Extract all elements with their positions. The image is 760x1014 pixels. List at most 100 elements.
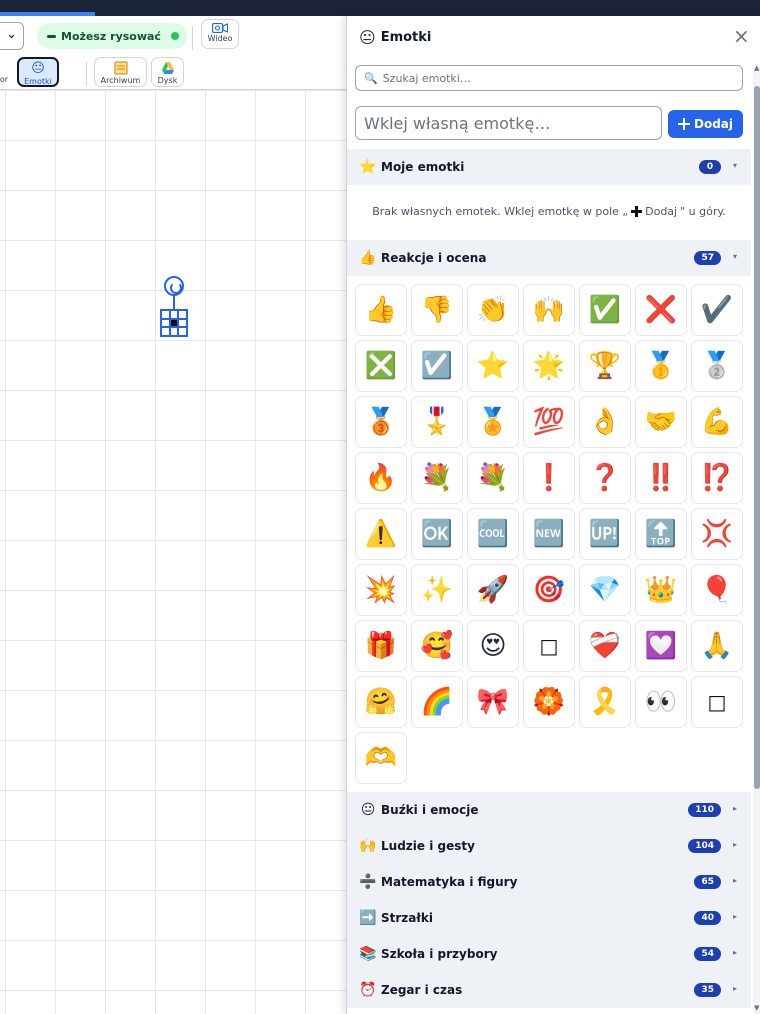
add-emoji-button[interactable]: Dodaj (668, 110, 743, 138)
emoji-cell[interactable]: 🥈 (691, 340, 743, 392)
emoji-cell[interactable]: 😍 (467, 620, 519, 672)
chevron-right-icon: ▸ (732, 984, 737, 993)
category-name: Zegar i czas (381, 983, 463, 997)
dropdown-select[interactable]: ⌄ (0, 22, 24, 50)
emoji-cell[interactable]: 🏵️ (523, 676, 575, 728)
emoji-cell[interactable]: 💢 (691, 508, 743, 560)
emoji-cell[interactable]: □ (691, 676, 743, 728)
emoji-cell[interactable]: 🎀 (467, 676, 519, 728)
panel-scrollbar[interactable]: ▲ ▼ (753, 64, 760, 1014)
emoji-search-input[interactable]: 🔍 Szukaj emotki… (355, 65, 743, 91)
video-button[interactable]: Wideo (201, 19, 239, 49)
tool-button-prev[interactable]: or (0, 57, 10, 87)
drive-icon (161, 62, 174, 74)
category-header-faces[interactable]: 😐 Buźki i emocje 110 ▸ (347, 792, 751, 828)
emoji-cell[interactable]: 👏 (467, 284, 519, 336)
emoji-cell[interactable]: 🎖️ (411, 396, 463, 448)
emoji-cell[interactable]: ❎ (355, 340, 407, 392)
emoji-cell[interactable]: 💐 (467, 452, 519, 504)
emoji-cell[interactable]: ❤️‍🩹 (579, 620, 631, 672)
emoji-cell[interactable]: 🥰 (411, 620, 463, 672)
category-header-school[interactable]: 📚 Szkoła i przybory 54 ▸ (347, 936, 751, 972)
emoji-cell[interactable]: 🏆 (579, 340, 631, 392)
category-count-badge: 65 (694, 875, 721, 889)
emoji-cell[interactable]: 🆙 (579, 508, 631, 560)
emoji-cell[interactable]: ❓ (579, 452, 631, 504)
emoji-cell[interactable]: 👑 (635, 564, 687, 616)
emoji-cell[interactable]: 💟 (635, 620, 687, 672)
emoji-cell[interactable]: 🆕 (523, 508, 575, 560)
emoji-cell[interactable]: 👎 (411, 284, 463, 336)
top-bar (0, 0, 760, 16)
emoji-cell[interactable]: ⁉️ (691, 452, 743, 504)
emoji-cell[interactable]: 👍 (355, 284, 407, 336)
category-header-reactions[interactable]: 👍 Reakcje i ocena 57 ▾ (347, 240, 751, 276)
emoji-cell[interactable]: 💐 (411, 452, 463, 504)
drawing-canvas[interactable] (0, 90, 346, 1014)
emoji-cell[interactable]: ⭐ (467, 340, 519, 392)
emoji-cell[interactable]: 💪 (691, 396, 743, 448)
emoji-cell[interactable]: 🥇 (635, 340, 687, 392)
emoji-cell[interactable]: 🚀 (467, 564, 519, 616)
emoji-cell[interactable]: 💥 (355, 564, 407, 616)
emoji-cell[interactable]: □ (523, 620, 575, 672)
emoji-cell[interactable]: ✅ (579, 284, 631, 336)
emoji-cell[interactable]: ❗ (523, 452, 575, 504)
emoji-cell[interactable]: 💎 (579, 564, 631, 616)
emoji-cell[interactable]: 🌟 (523, 340, 575, 392)
online-dot-icon (170, 32, 179, 40)
emoji-cell[interactable]: ☑️ (411, 340, 463, 392)
category-header-mine[interactable]: ⭐ Moje emotki 0 ▾ (347, 149, 751, 185)
emoji-cell[interactable]: 🫶 (355, 732, 407, 784)
custom-emoji-input[interactable]: Wklej własną emotkę… (355, 106, 662, 140)
emoji-cell[interactable]: 🏅 (467, 396, 519, 448)
emoji-cell[interactable]: 🆗 (411, 508, 463, 560)
category-header-people[interactable]: 🙌 Ludzie i gesty 104 ▸ (347, 828, 751, 864)
emotki-tool-button[interactable]: 😐 Emotki (17, 57, 59, 87)
category-header-clock[interactable]: ⏰ Zegar i czas 35 ▸ (347, 972, 751, 1008)
emoji-cell[interactable]: 🎗️ (579, 676, 631, 728)
chevron-right-icon: ▸ (732, 804, 737, 813)
emoji-cell[interactable]: 🔝 (635, 508, 687, 560)
emoji-cell[interactable]: 🤝 (635, 396, 687, 448)
rotate-handle-icon[interactable] (164, 276, 184, 296)
scroll-up-icon[interactable]: ▲ (754, 64, 759, 72)
emoji-cell[interactable]: ‼️ (635, 452, 687, 504)
emoji-cell[interactable]: 🎁 (355, 620, 407, 672)
emoji-cell[interactable]: 🥉 (355, 396, 407, 448)
emoji-cell[interactable]: 🔥 (355, 452, 407, 504)
emoji-cell[interactable]: 🙌 (523, 284, 575, 336)
chevron-right-icon: ▸ (732, 912, 737, 921)
close-icon[interactable]: × (733, 26, 750, 46)
dysk-button[interactable]: Dysk (151, 57, 184, 87)
emoji-cell[interactable]: 👌 (579, 396, 631, 448)
emoji-cell[interactable]: 👀 (635, 676, 687, 728)
category-header-math[interactable]: ➗ Matematyka i figury 65 ▸ (347, 864, 751, 900)
emoji-category-list: ⭐ Moje emotki 0 ▾ Brak własnych emotek. … (347, 149, 751, 1014)
emoji-cell[interactable]: ✨ (411, 564, 463, 616)
selected-object[interactable] (160, 309, 188, 337)
empty-note-text-add: Dodaj (645, 204, 678, 218)
category-count-badge: 57 (694, 251, 721, 265)
emoji-cell[interactable]: ❌ (635, 284, 687, 336)
emoji-cell[interactable]: ⚠️ (355, 508, 407, 560)
emoji-cell[interactable]: ✔️ (691, 284, 743, 336)
smiley-icon: 😐 (360, 802, 376, 818)
archiwum-button[interactable]: Archiwum (94, 57, 147, 87)
category-name: Buźki i emocje (381, 803, 479, 817)
toolbar-tools: or 😐 Emotki Archiwum Dysk (0, 54, 346, 90)
emoji-cell[interactable]: 💯 (523, 396, 575, 448)
video-label: Wideo (207, 34, 233, 43)
chevron-right-icon: ▸ (732, 876, 737, 885)
emoji-cell[interactable]: 🙏 (691, 620, 743, 672)
emoji-cell[interactable]: 🌈 (411, 676, 463, 728)
scroll-thumb[interactable] (754, 86, 760, 789)
empty-custom-note: Brak własnych emotek. Wklej emotkę w pol… (347, 185, 751, 237)
emoji-cell[interactable]: 🎈 (691, 564, 743, 616)
thumbs-up-icon: 👍 (359, 250, 377, 266)
emoji-cell[interactable]: 🎯 (523, 564, 575, 616)
emoji-cell[interactable]: 🆒 (467, 508, 519, 560)
category-header-arrows[interactable]: ➡️ Strzałki 40 ▸ (347, 900, 751, 936)
scroll-down-icon[interactable]: ▼ (754, 1004, 759, 1012)
emoji-cell[interactable]: 🤗 (355, 676, 407, 728)
